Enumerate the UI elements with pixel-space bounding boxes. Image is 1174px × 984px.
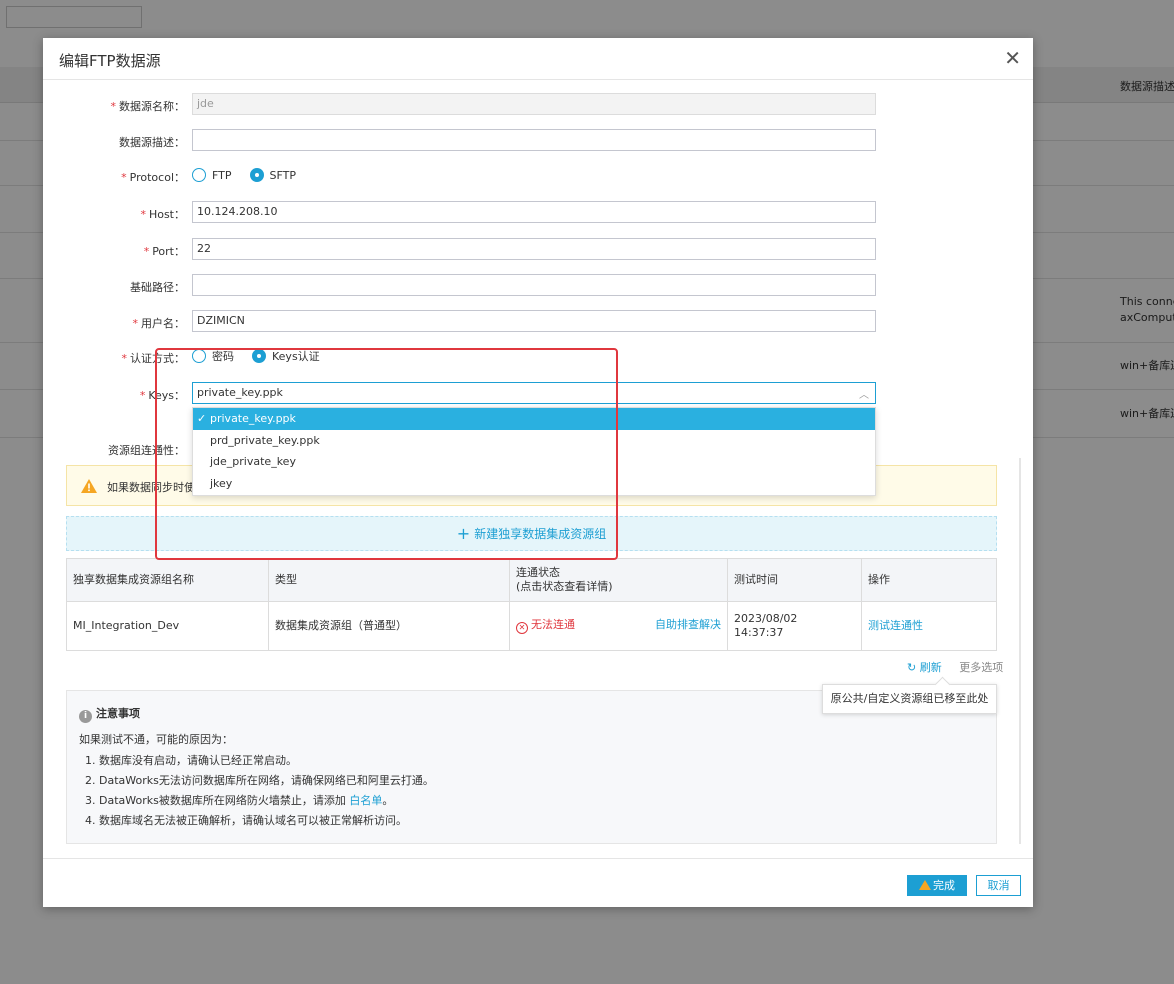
radio-label-ftp[interactable]: FTP <box>212 169 232 182</box>
radio-label-sftp[interactable]: SFTP <box>270 169 296 182</box>
table-header: 测试时间 <box>727 558 862 602</box>
notice-item: 2. DataWorks无法访问数据库所在网络，请确保网络已和阿里云打通。 <box>85 774 434 787</box>
radio-label-keys[interactable]: Keys认证 <box>272 348 320 364</box>
cell-test-time: 2023/08/02 14:37:37 <box>727 601 862 651</box>
notice-intro: 如果测试不通，可能的原因为： <box>79 733 233 746</box>
table-header: 独享数据集成资源组名称 <box>66 558 269 602</box>
keys-option-jkey[interactable]: jkey <box>193 473 875 495</box>
field-label: * Host： <box>140 208 185 221</box>
add-resource-group-button[interactable]: + 新建独享数据集成资源组 <box>66 516 997 551</box>
field-label: * Keys： <box>139 389 185 402</box>
modal-title: 编辑FTP数据源 <box>59 52 161 70</box>
auth-radio-group: 密码 Keys认证 <box>192 345 338 367</box>
datasource-desc-input[interactable] <box>192 129 876 151</box>
table-header-row: 独享数据集成资源组名称 类型 连通状态 (点击状态查看详情) 测试时间 操作 <box>66 558 997 602</box>
modal-header: 编辑FTP数据源 ✕ <box>43 38 1033 80</box>
field-datasource-desc: 数据源描述： <box>43 129 1033 153</box>
test-connectivity-link[interactable]: 测试连通性 <box>868 619 923 632</box>
field-label: * Port： <box>143 245 185 258</box>
field-datasource-name: * 数据源名称： jde <box>43 93 1033 117</box>
protocol-radio-group: FTP SFTP <box>192 164 314 186</box>
keys-dropdown: ✓ private_key.ppk prd_private_key.ppk jde… <box>192 407 876 496</box>
info-icon: i <box>79 710 92 723</box>
field-base-path: 基础路径： <box>43 274 1033 298</box>
table-header: 连通状态 (点击状态查看详情) <box>509 558 728 602</box>
username-input[interactable]: DZIMICN <box>192 310 876 332</box>
field-label: * 数据源名称： <box>110 100 186 113</box>
confirm-button[interactable]: 完成 <box>907 875 967 896</box>
more-options-button[interactable]: 更多选项 <box>959 661 1003 674</box>
modal-footer: 完成 取消 <box>43 858 1033 907</box>
self-check-link[interactable]: 自助排查解决 <box>655 618 721 632</box>
field-username: * 用户名： DZIMICN <box>43 310 1033 334</box>
field-keys: * Keys： private_key.ppk ︿ <box>43 382 1033 406</box>
radio-keys[interactable] <box>252 349 266 363</box>
edit-ftp-datasource-dialog: 编辑FTP数据源 ✕ * 数据源名称： jde 数据源描述： * Protocol：… <box>43 38 1033 907</box>
refresh-icon: ↻ <box>907 661 920 674</box>
whitelist-link[interactable]: 白名单 <box>349 794 382 807</box>
cancel-button[interactable]: 取消 <box>976 875 1021 896</box>
warning-icon <box>81 479 97 493</box>
notice-item: 4. 数据库域名无法被正确解析，请确认域名可以被正常解析访问。 <box>85 814 407 827</box>
radio-ftp[interactable] <box>192 168 206 182</box>
notice-title: i 注意事项 <box>79 705 140 723</box>
scrollbar[interactable] <box>1019 458 1021 844</box>
field-protocol: * Protocol： FTP SFTP <box>43 164 1033 188</box>
field-port: * Port： 22 <box>43 238 1033 262</box>
cell-status: ✕ 无法连通 自助排查解决 <box>509 601 728 651</box>
add-resource-group-label: 新建独享数据集成资源组 <box>474 527 607 541</box>
field-label: * Protocol： <box>121 171 185 184</box>
table-row: MI_Integration_Dev 数据集成资源组（普通型） ✕ 无法连通 自助… <box>66 601 997 651</box>
field-label: * 认证方式： <box>121 352 186 365</box>
keys-option-private-key-ppk[interactable]: ✓ private_key.ppk <box>193 408 875 430</box>
more-options-tooltip: 原公共/自定义资源组已移至此处 <box>822 684 997 714</box>
refresh-button[interactable]: ↻ 刷新 <box>907 661 942 674</box>
cell-group-name: MI_Integration_Dev <box>66 601 269 651</box>
keys-option-prd-private-key-ppk[interactable]: prd_private_key.ppk <box>193 430 875 452</box>
table-header: 类型 <box>268 558 510 602</box>
datasource-name-input: jde <box>192 93 876 115</box>
keys-option-jde-private-key[interactable]: jde_private_key <box>193 451 875 473</box>
host-input[interactable]: 10.124.208.10 <box>192 201 876 223</box>
error-circle-icon: ✕ <box>516 622 528 634</box>
table-header: 操作 <box>861 558 997 602</box>
notice-item: 3. DataWorks被数据库所在网络防火墙禁止，请添加 白名单。 <box>85 794 394 807</box>
field-label: * 用户名： <box>132 317 186 330</box>
cell-group-type: 数据集成资源组（普通型） <box>268 601 510 651</box>
keys-select[interactable]: private_key.ppk ︿ <box>192 382 876 404</box>
base-path-input[interactable] <box>192 274 876 296</box>
warning-icon <box>919 880 931 890</box>
radio-label-password[interactable]: 密码 <box>212 348 234 364</box>
check-icon: ✓ <box>197 412 207 425</box>
field-label: 资源组连通性： <box>108 444 185 457</box>
field-label: 基础路径： <box>130 281 185 294</box>
keys-select-value: private_key.ppk <box>197 386 283 399</box>
cell-action: 测试连通性 <box>861 601 997 651</box>
notice-item: 1. 数据库没有启动，请确认已经正常启动。 <box>85 754 297 767</box>
close-icon[interactable]: ✕ <box>1004 46 1021 70</box>
radio-password[interactable] <box>192 349 206 363</box>
chevron-up-icon: ︿ <box>859 390 869 401</box>
status-fail-link[interactable]: ✕ 无法连通 <box>516 618 575 634</box>
warning-text: 如果数据同步时使 <box>107 481 195 494</box>
field-host: * Host： 10.124.208.10 <box>43 201 1033 225</box>
port-input[interactable]: 22 <box>192 238 876 260</box>
field-auth-method: * 认证方式： 密码 Keys认证 <box>43 345 1033 369</box>
radio-sftp[interactable] <box>249 168 264 182</box>
plus-icon: + <box>456 524 471 543</box>
resource-group-table: 独享数据集成资源组名称 类型 连通状态 (点击状态查看详情) 测试时间 操作 MI… <box>66 558 997 651</box>
field-label: 数据源描述： <box>119 136 185 149</box>
table-toolbar: ↻ 刷新 更多选项 <box>907 659 1003 675</box>
